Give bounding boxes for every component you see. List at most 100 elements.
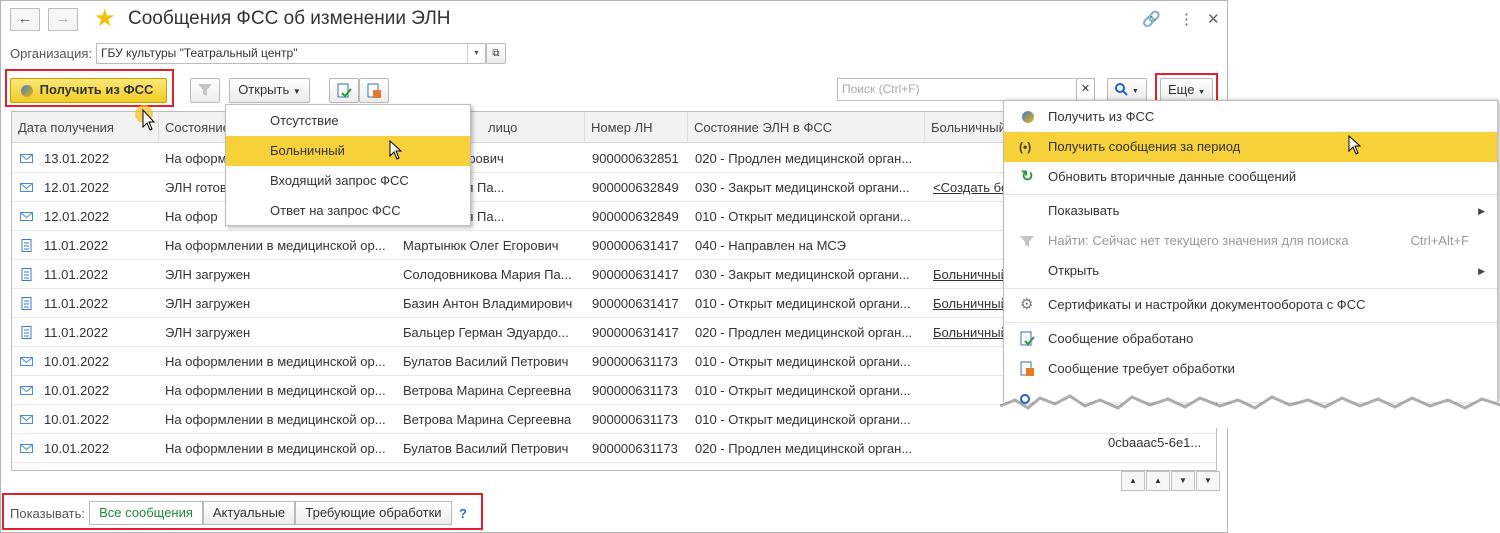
menu-item-sick-leave[interactable]: Больничный — [226, 136, 470, 166]
cell-date: 12.01.2022 — [44, 209, 110, 224]
cell-fss-state: 010 - Открыт медицинской органи... — [695, 412, 911, 427]
next-page-button[interactable]: ▼ — [1171, 471, 1195, 491]
filter-button[interactable] — [190, 78, 220, 103]
chevron-down-icon: ▼ — [1131, 88, 1139, 95]
cell-state: ЭЛН загружен — [165, 296, 251, 311]
menu-item-request-response[interactable]: Ответ на запрос ФСС — [226, 196, 470, 226]
cell-ln-number: 900000631417 — [592, 325, 679, 340]
cell-date: 13.01.2022 — [44, 151, 110, 166]
more-item-refresh[interactable]: ↻ Обновить вторичные данные сообщений — [1004, 162, 1497, 192]
pending-doc-icon — [1020, 361, 1034, 376]
fss-icon — [1022, 111, 1034, 123]
cell-date: 10.01.2022 — [44, 412, 110, 427]
first-page-button[interactable]: ▲ — [1121, 471, 1145, 491]
envelope-icon — [20, 413, 33, 425]
document-icon — [20, 239, 33, 252]
tab-all-messages[interactable]: Все сообщения — [89, 501, 203, 525]
table-row[interactable]: 10.01.2022 На оформлении в медицинской ор… — [12, 434, 1216, 463]
submenu-arrow-icon: ▶ — [1478, 206, 1485, 216]
document-icon — [20, 326, 33, 339]
more-item-label: Показывать — [1048, 203, 1120, 218]
cell-person: Мартынюк Олег Егорович — [403, 238, 559, 253]
cell-fss-state: 020 - Продлен медицинской орган... — [695, 441, 913, 456]
open-org-button[interactable]: ⧉ — [486, 43, 506, 64]
more-menu: Получить из ФСС (•) Получить сообщения з… — [1003, 100, 1498, 404]
cell-fss-state: 030 - Закрыт медицинской органи... — [695, 267, 910, 282]
chevron-down-icon[interactable]: ▼ — [467, 44, 485, 63]
mouse-cursor-icon — [389, 140, 403, 160]
mark-pending-button[interactable] — [359, 78, 389, 103]
refresh-icon: ↻ — [1021, 168, 1034, 185]
cell-fss-state: 010 - Открыт медицинской органи... — [695, 296, 911, 311]
envelope-icon — [20, 181, 33, 193]
cell-state: На оформлении в медицинской ор... — [165, 354, 386, 369]
show-label: Показывать: — [10, 506, 85, 521]
cell-ln-number: 900000631173 — [592, 441, 678, 456]
submenu-arrow-icon: ▶ — [1478, 266, 1485, 276]
clear-search-button[interactable]: ✕ — [1076, 78, 1095, 101]
cell-person: Ветрова Марина Сергеевна — [403, 383, 572, 398]
cell-fss-state: 020 - Продлен медицинской орган... — [695, 151, 913, 166]
col-fss-state[interactable]: Состояние ЭЛН в ФСС — [688, 112, 925, 143]
org-field[interactable]: ГБУ культуры "Театральный центр" ▼ — [96, 43, 486, 64]
more-vertical-icon[interactable]: ⋮ — [1179, 10, 1194, 28]
search-icon — [1115, 83, 1128, 96]
close-icon[interactable]: ✕ — [1207, 10, 1220, 28]
cell-date: 11.01.2022 — [44, 267, 109, 282]
radio-signal-icon: (•) — [1019, 140, 1032, 154]
gear-icon: ⚙ — [1020, 296, 1034, 313]
cell-state: На оформлении в медицинской ор... — [165, 441, 386, 456]
more-item-certificates[interactable]: ⚙ Сертификаты и настройки документооборо… — [1004, 290, 1497, 320]
tab-actual[interactable]: Актуальные — [203, 501, 295, 525]
cell-state: ЭЛН загружен — [165, 267, 251, 282]
search-button[interactable]: ▼ — [1107, 78, 1147, 101]
menu-item-incoming-request[interactable]: Входящий запрос ФСС — [226, 166, 470, 196]
more-item-label: Обновить вторичные данные сообщений — [1048, 169, 1297, 184]
get-from-fss-label: Получить из ФСС — [39, 82, 154, 97]
row-fragment: 0cbaaac5-6e1... — [1108, 435, 1202, 450]
back-button[interactable]: ← — [10, 8, 40, 31]
open-menu: Отсутствие Больничный Входящий запрос ФС… — [225, 104, 471, 226]
check-doc-icon — [1020, 331, 1035, 346]
cell-person: Булатов Василий Петрович — [403, 441, 569, 456]
search-input[interactable]: Поиск (Ctrl+F) — [837, 78, 1095, 101]
more-item-get-fss[interactable]: Получить из ФСС — [1004, 102, 1497, 132]
cell-sick-leave[interactable]: Больничный — [933, 318, 1008, 347]
help-link[interactable]: ? — [459, 506, 467, 521]
click-cursor-icon — [135, 105, 156, 131]
cell-sick-leave[interactable]: Больничный — [933, 260, 1008, 289]
cell-person: Солодовникова Мария Па... — [403, 267, 572, 282]
cell-ln-number: 900000631173 — [592, 383, 678, 398]
page-title: Сообщения ФСС об изменении ЭЛН — [128, 8, 451, 29]
col-ln-number[interactable]: Номер ЛН — [585, 112, 688, 143]
more-item-pending[interactable]: Сообщение требует обработки — [1004, 354, 1497, 384]
cell-fss-state: 030 - Закрыт медицинской органи... — [695, 180, 910, 195]
more-item-open[interactable]: Открыть ▶ — [1004, 256, 1497, 286]
cell-sick-leave[interactable]: <Создать бо — [933, 173, 1008, 202]
menu-item-absence[interactable]: Отсутствие — [226, 106, 470, 136]
last-page-button[interactable]: ▼ — [1196, 471, 1220, 491]
cell-state: На офор — [165, 209, 218, 224]
prev-page-button[interactable]: ▲ — [1146, 471, 1170, 491]
cell-state: На оформлении в медицинской ор... — [165, 383, 386, 398]
mouse-cursor-icon — [1348, 135, 1362, 155]
cell-sick-leave[interactable]: Больничный — [933, 289, 1008, 318]
cell-ln-number: 900000631417 — [592, 296, 679, 311]
link-icon[interactable]: 🔗 — [1142, 10, 1161, 28]
more-item-get-period[interactable]: (•) Получить сообщения за период — [1004, 132, 1497, 162]
cell-date: 11.01.2022 — [44, 325, 109, 340]
more-button[interactable]: Еще ▼ — [1160, 78, 1213, 101]
forward-button[interactable]: → — [48, 8, 78, 31]
tab-requires-processing[interactable]: Требующие обработки — [295, 501, 452, 525]
envelope-icon — [20, 442, 33, 454]
mark-processed-button[interactable] — [329, 78, 359, 103]
envelope-icon — [20, 355, 33, 367]
envelope-icon — [20, 210, 33, 222]
more-item-label: Получить сообщения за период — [1048, 139, 1241, 154]
more-item-processed[interactable]: Сообщение обработано — [1004, 324, 1497, 354]
open-dropdown-button[interactable]: Открыть ▼ — [229, 78, 310, 103]
more-item-label: Сертификаты и настройки документооборота… — [1048, 297, 1366, 312]
more-item-show[interactable]: Показывать ▶ — [1004, 196, 1497, 226]
favorite-star-icon[interactable]: ★ — [94, 6, 116, 32]
cell-date: 10.01.2022 — [44, 354, 110, 369]
